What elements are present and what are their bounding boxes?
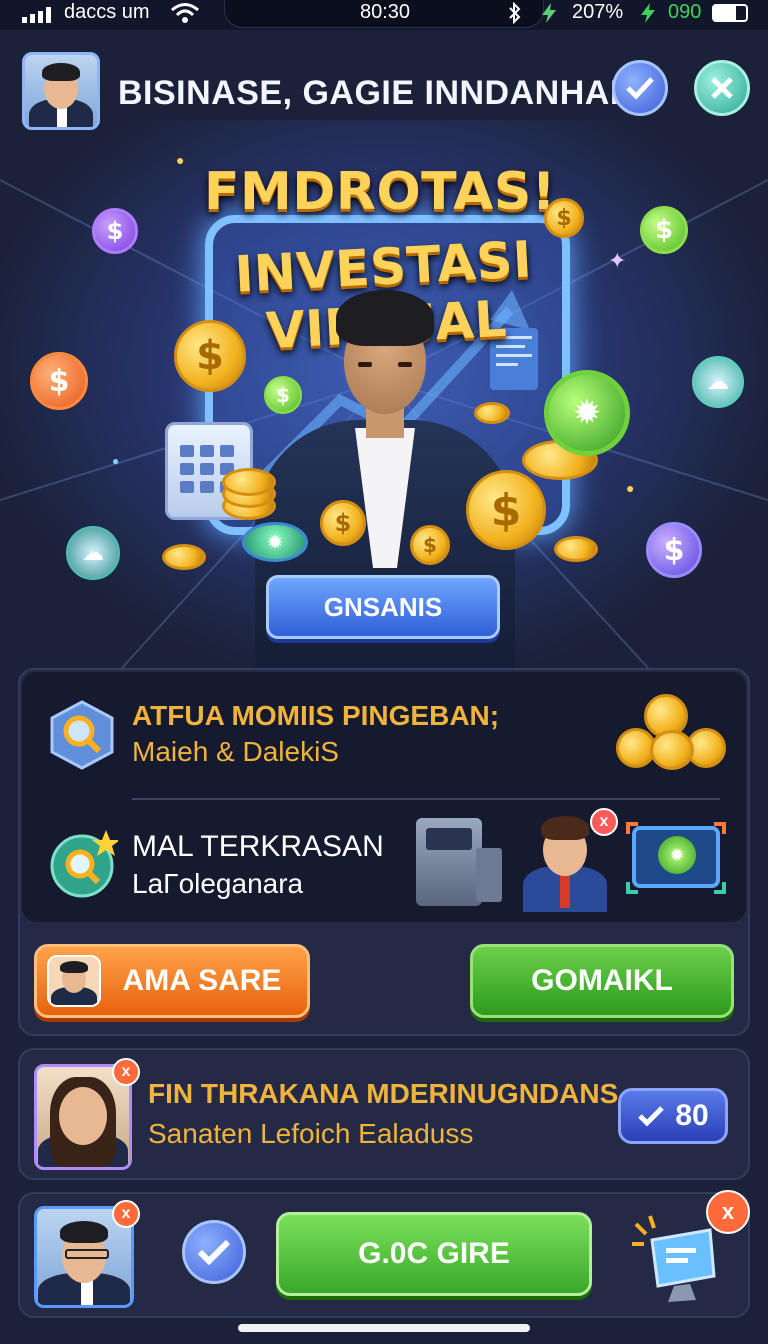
notice-title: FIN THRAKANA MDERINUGNDANS (148, 1078, 619, 1109)
notice-count-badge[interactable]: 80 (618, 1088, 728, 1144)
orange-dollar-token-icon: $ (30, 352, 88, 410)
close-badge-icon[interactable]: x (112, 1058, 140, 1086)
close-badge-icon[interactable]: x (706, 1190, 750, 1234)
hero-banner: FMDROTAS! INVESTASI VIRTUAL $ $ $ $ $ $ … (0, 120, 768, 680)
coin-pile-icon (616, 694, 728, 774)
row1-title: ATFUA MOMIIS PINGEBAN; (132, 700, 500, 731)
monitor-gear-icon: ✹ (624, 820, 728, 900)
row1-subtitle: Maieh & DalekiS (132, 736, 339, 767)
robot-bubble-icon: ☁ (66, 526, 120, 580)
search-badge-icon (50, 700, 114, 770)
notice-count: 80 (675, 1099, 709, 1132)
verified-check-button[interactable] (182, 1220, 246, 1284)
ama-sare-label: AMA SARE (122, 964, 282, 997)
row2-title: MAL TERKRASAN (132, 830, 384, 863)
battery-percent: 207% (572, 1, 624, 23)
purple-dollar-token-icon: $ (92, 208, 138, 254)
battery-icon (712, 4, 748, 22)
hero-title-line1: FMDROTAS! (203, 162, 557, 222)
sparkle-icon: ● (626, 480, 635, 496)
ama-sare-button[interactable]: AMA SARE (34, 944, 310, 1018)
close-badge-icon[interactable]: x (590, 808, 618, 836)
status-bar: daccs um 80:30 207% 090 (0, 0, 768, 30)
robot-bubble-icon: ☁ (692, 356, 744, 408)
goc-gire-button[interactable]: G.0C GIRE (276, 1212, 592, 1296)
coin-icon: $ (320, 500, 366, 546)
notice-subtitle: Sanaten Lefoich Ealaduss (148, 1118, 474, 1149)
close-button[interactable] (694, 60, 750, 116)
info-card: ATFUA MOMIIS PINGEBAN; Maieh & DalekiS M… (18, 668, 750, 1036)
close-badge-icon[interactable]: x (112, 1200, 140, 1228)
purple-dollar-token-icon: $ (646, 522, 702, 578)
hero-cta-button[interactable]: GNSANIS (266, 575, 500, 639)
clock: 80:30 (360, 1, 411, 23)
notice-card: x FIN THRAKANA MDERINUGNDANS Sanaten Lef… (18, 1048, 750, 1180)
coin-icon: $ (410, 525, 450, 565)
green-dollar-token-icon: $ (640, 206, 688, 254)
teal-gear-token-icon: ✹ (242, 522, 308, 562)
page-title: BISINASE, GAGIE INNDANHAN (118, 74, 635, 112)
close-icon (711, 77, 733, 99)
bluetooth-icon (506, 1, 524, 25)
row2-subtitle: LaΓoleganara (132, 868, 304, 899)
button-avatar (47, 955, 101, 1007)
sparkle-icon: ✦ (608, 248, 627, 273)
search-star-icon (48, 828, 120, 898)
check-icon (197, 1239, 231, 1265)
bolt-icon (638, 2, 658, 24)
green-gear-coin-icon: ✹ (544, 370, 630, 456)
wifi-icon (170, 2, 200, 24)
coin-stack-icon (222, 468, 276, 522)
coin-icon: $ (174, 320, 246, 392)
header-bar: BISINASE, GAGIE INNDANHAN (0, 40, 768, 130)
verified-check-button[interactable] (612, 60, 668, 116)
coin-icon: $ (466, 470, 546, 550)
battery-level: 090 (668, 1, 702, 23)
divider (132, 798, 720, 800)
bottom-card: x G.0C GIRE x (18, 1190, 750, 1318)
coin-flat-icon (474, 402, 510, 424)
charging-icon (538, 2, 560, 24)
coin-flat-icon (162, 544, 206, 570)
sparkle-icon: ● (112, 454, 120, 468)
check-icon (626, 77, 654, 100)
sparkle-icon: ● (176, 152, 185, 168)
signal-icon (22, 6, 56, 23)
profile-avatar[interactable] (22, 52, 100, 130)
check-icon (638, 1106, 665, 1127)
carrier-label: daccs um (64, 1, 150, 23)
computer-icon (630, 1214, 720, 1304)
coin-icon: $ (544, 198, 584, 238)
gomaikl-button[interactable]: GOMAIKL (470, 944, 734, 1018)
coin-flat-icon (554, 536, 598, 562)
green-dollar-token-icon: $ (264, 376, 302, 414)
atm-machine-icon (416, 818, 502, 906)
home-indicator[interactable] (238, 1324, 530, 1332)
